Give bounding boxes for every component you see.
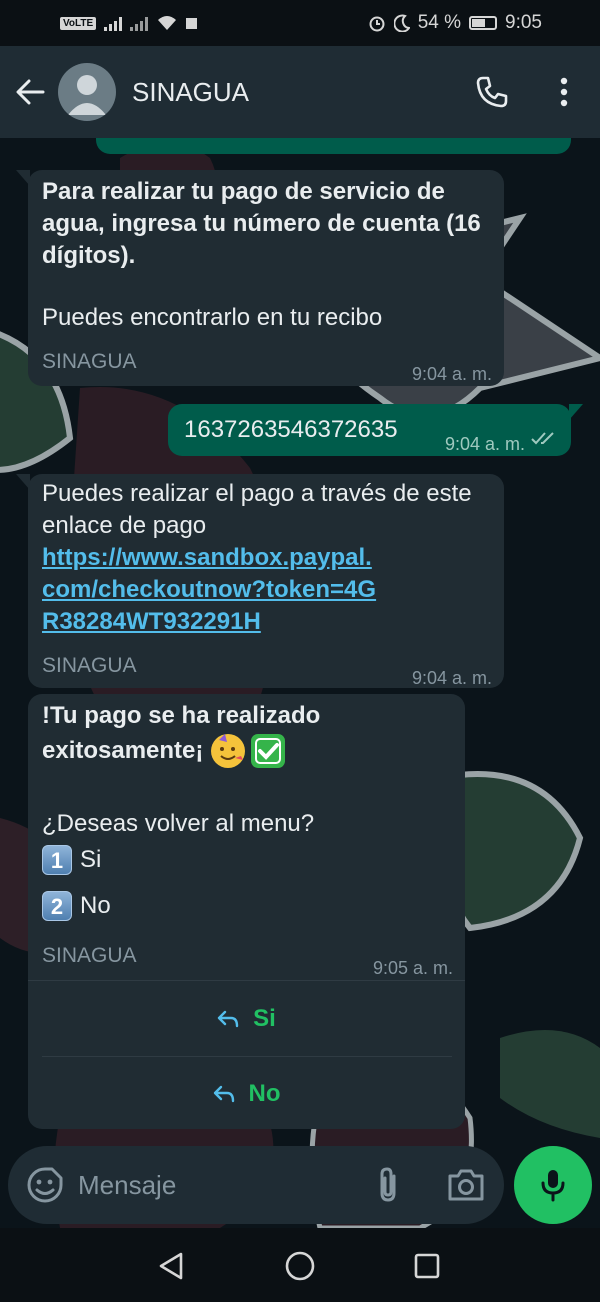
system-navigation-bar [0,1228,600,1302]
option-label: No [80,892,111,919]
alarm-icon [369,16,385,32]
party-face-emoji-icon [211,734,246,768]
call-button[interactable] [466,66,518,118]
bubble-tail [16,170,30,186]
back-button[interactable] [2,64,58,120]
signal-icon [104,15,123,31]
message-question: ¿Deseas volver al menu? [42,810,315,837]
battery-icon [469,16,498,30]
battery-percent: 54 % [417,12,462,33]
signal-icon-2 [130,15,149,31]
reply-icon [217,1010,239,1028]
option-label: Si [80,846,102,873]
quick-reply-no-button[interactable]: No [28,1057,465,1131]
status-bar: VoLTE 54 % 9:05 [0,0,600,46]
voice-message-button[interactable] [514,1146,592,1224]
circle-home-icon [285,1251,315,1281]
message-text: Puedes encontrarlo en tu recibo [42,304,383,331]
emoji-icon [27,1167,63,1203]
wifi-icon [158,16,177,30]
status-right: 54 % 9:05 [368,12,542,34]
bubble-divider [28,980,465,981]
default-avatar-icon [68,75,106,115]
more-vertical-icon [560,77,568,107]
triangle-back-icon [159,1252,183,1280]
phone-icon [476,76,508,108]
bubble-tail [569,404,583,420]
message-text: Puedes realizar el pago a través de este… [42,480,472,539]
camera-icon [448,1169,484,1201]
message-bubble-incoming[interactable]: Puedes realizar el pago a través de este… [16,474,504,688]
quick-reply-label: No [248,1080,281,1107]
payment-link[interactable]: https://www.sandbox.paypal.com/checkoutn… [42,542,384,638]
status-time: 9:05 [505,12,542,33]
message-footer: SINAGUA [42,654,137,677]
message-bold-text: !Tu pago se ha realizado [42,702,321,729]
message-footer: SINAGUA [42,944,137,967]
volte-icon: VoLTE [60,16,97,30]
message-footer: SINAGUA [42,350,137,373]
emoji-button[interactable] [26,1166,64,1204]
nav-home-button[interactable] [282,1248,318,1284]
avatar[interactable] [58,63,116,121]
message-bold-text: exitosamente¡ [42,737,204,764]
paperclip-icon [380,1167,396,1202]
previous-outgoing-bubble [96,138,571,154]
quick-reply-label: Si [253,1005,276,1032]
notification-icon [186,17,198,29]
message-bold-line: !Tu pago se ha realizado [42,700,320,732]
message-input[interactable] [78,1164,358,1206]
attach-button[interactable] [370,1166,406,1204]
arrow-left-icon [16,79,45,105]
moon-icon [393,14,410,32]
check-mark-emoji-icon [251,734,286,768]
more-options-button[interactable] [540,66,588,118]
camera-button[interactable] [446,1166,486,1204]
option-1: 1 Si [42,844,101,876]
bubble-tail [16,474,30,490]
chat-header: SINAGUA [0,46,600,138]
quick-reply-si-button[interactable]: Si [28,982,465,1056]
double-check-icon [531,432,554,445]
message-time: 9:04 a. m. [411,668,492,688]
microphone-icon [541,1170,565,1202]
reply-icon [213,1085,234,1103]
keycap-1-icon: 1 [42,845,72,875]
message-bold-text: Para realizar tu pago de servicio de agu… [42,178,481,269]
message-text: 1637263546372635 [184,416,398,443]
nav-recents-button[interactable] [409,1248,445,1284]
message-bubble-incoming[interactable]: Para realizar tu pago de servicio de agu… [16,170,504,386]
status-left: VoLTE [60,14,198,32]
keycap-2-icon: 2 [42,891,72,921]
nav-back-button[interactable] [153,1248,189,1284]
option-2: 2 No [42,890,111,922]
message-bold-line-2: exitosamente¡ [42,734,286,768]
message-time: 9:04 a. m. [411,364,492,384]
square-recents-icon [414,1253,440,1279]
message-composer [8,1146,504,1224]
message-time: 9:04 a. m. [444,434,525,454]
message-bubble-outgoing[interactable]: 1637263546372635 9:04 a. m. [168,404,583,456]
contact-name[interactable]: SINAGUA [132,77,249,108]
